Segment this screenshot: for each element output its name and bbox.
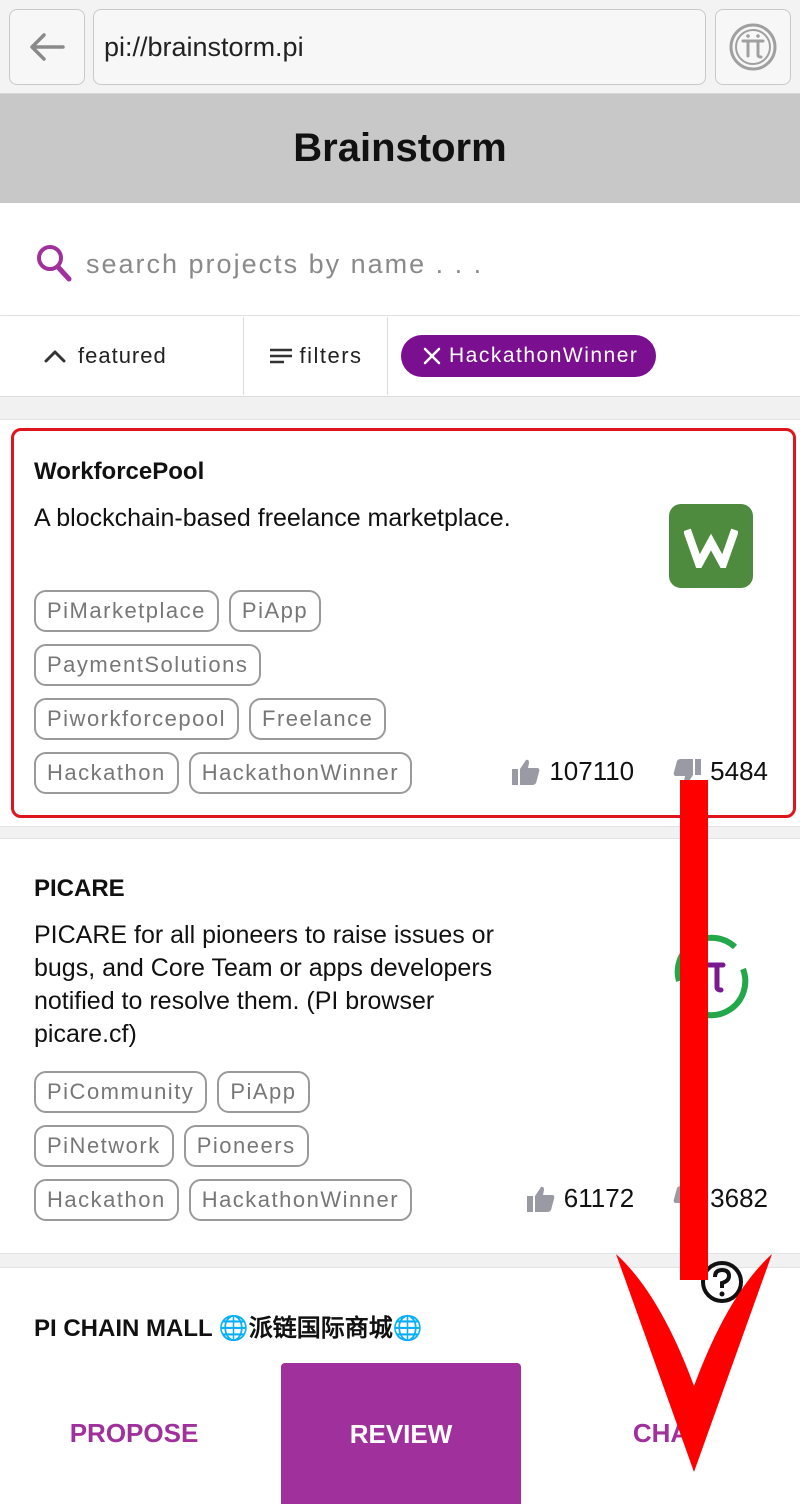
filter-bar: featured filters HackathonWinner — [0, 317, 800, 397]
project-logo — [669, 504, 753, 588]
chevron-up-icon — [44, 350, 66, 363]
search-input[interactable] — [86, 239, 766, 289]
sort-featured-button[interactable]: featured — [0, 317, 244, 395]
search-icon — [37, 245, 72, 282]
project-title: PI CHAIN MALL 🌐派链国际商城🌐 — [34, 1315, 423, 1342]
app-header: Brainstorm — [0, 94, 800, 203]
search-bar — [0, 203, 800, 316]
back-button[interactable] — [9, 9, 85, 85]
active-filter-label: HackathonWinner — [449, 344, 639, 367]
tag[interactable]: PiNetwork — [34, 1125, 174, 1167]
tag[interactable]: PiMarketplace — [34, 590, 219, 632]
thumbs-up-icon — [512, 759, 540, 785]
pi-wallet-button[interactable] — [715, 9, 791, 85]
tag[interactable]: HackathonWinner — [188, 1179, 413, 1221]
tag-list: PiMarketplace PiApp PaymentSolutions Piw… — [34, 590, 422, 806]
tag[interactable]: PiApp — [217, 1071, 310, 1113]
url-field[interactable]: pi://brainstorm.pi — [93, 9, 706, 85]
close-icon — [423, 347, 441, 365]
filters-label: filters — [299, 343, 363, 368]
arrow-left-icon — [30, 33, 65, 61]
workforcepool-logo-icon — [684, 528, 738, 568]
filters-button[interactable]: filters — [245, 317, 388, 395]
tag[interactable]: Freelance — [249, 698, 387, 740]
filter-list-icon — [270, 348, 293, 364]
browser-toolbar: pi://brainstorm.pi — [0, 0, 800, 94]
tag[interactable]: PaymentSolutions — [34, 644, 262, 686]
page-title: Brainstorm — [293, 126, 507, 170]
project-description: A blockchain-based freelance marketplace… — [34, 504, 511, 532]
project-card[interactable]: WorkforcePool A blockchain-based freelan… — [0, 419, 800, 827]
active-filter-chip[interactable]: HackathonWinner — [401, 335, 657, 377]
url-text: pi://brainstorm.pi — [104, 31, 304, 62]
project-title: WorkforcePool — [34, 458, 205, 485]
project-description: PICARE for all pioneers to raise issues … — [34, 921, 494, 1048]
tab-propose[interactable]: PROPOSE — [14, 1362, 254, 1504]
tag[interactable]: Pioneers — [183, 1125, 309, 1167]
featured-label: featured — [78, 343, 167, 368]
tag[interactable]: Hackathon — [34, 1179, 179, 1221]
tag-list: PiCommunity PiApp PiNetwork Pioneers Hac… — [34, 1071, 422, 1233]
tag[interactable]: Piworkforcepool — [34, 698, 240, 740]
tag[interactable]: Hackathon — [34, 752, 179, 794]
tag[interactable]: PiCommunity — [34, 1071, 208, 1113]
tab-review[interactable]: REVIEW — [281, 1363, 521, 1504]
thumbs-up-icon — [526, 1186, 555, 1212]
tag[interactable]: HackathonWinner — [188, 752, 413, 794]
project-title: PICARE — [34, 875, 125, 902]
scroll-down-arrow-icon — [616, 780, 772, 1472]
pi-logo-icon — [729, 23, 777, 71]
tag[interactable]: PiApp — [228, 590, 322, 632]
